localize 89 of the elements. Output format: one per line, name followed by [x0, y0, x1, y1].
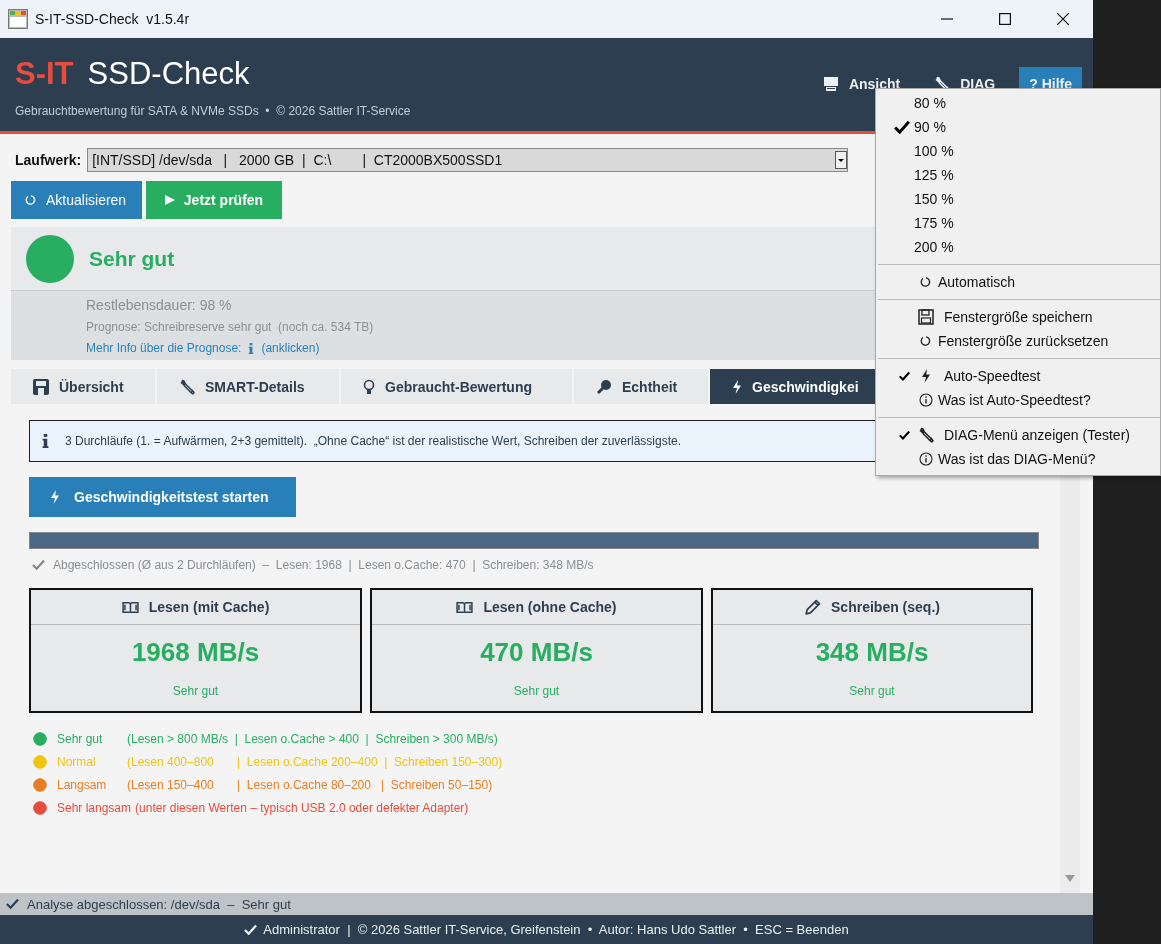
dropdown-icon[interactable] [835, 151, 848, 169]
refresh-icon [920, 335, 932, 347]
info-icon [42, 434, 49, 448]
forecast-text: Prognose: Schreibreserve sehr gut (noch ca. 534 TB) [86, 320, 375, 334]
save-icon [918, 309, 934, 325]
info-text: 3 Durchläufe (1. = Aufwärmen, 2+3 gemittelt). „Ohne Cache“ ist der realistische Wert, Schreiben der zuverlässigste. [65, 434, 682, 448]
refresh-icon [920, 276, 932, 288]
menu-item-label: 100 % [914, 143, 954, 159]
menu-item[interactable]: DIAG-Menü anzeigen (Tester) [876, 423, 1160, 447]
maximize-icon[interactable] [999, 13, 1011, 25]
status-title: Sehr gut [89, 246, 175, 271]
legend-text: (Lesen 150–400 | Lesen o.Cache 80–200 | Schreiben 50–150) [127, 778, 493, 792]
card-rating: Sehr gut [849, 684, 895, 698]
menu-item-label: Automatisch [938, 274, 1016, 290]
menu-item[interactable]: Fenstergröße speichern [876, 305, 1160, 329]
menu-item[interactable]: 100 % [876, 139, 1160, 163]
info-icon [919, 393, 933, 407]
book-icon [121, 600, 139, 614]
brand-logo: S-IT [15, 56, 74, 92]
legend-label: Langsam [57, 778, 108, 792]
legend-text: (Lesen 400–800 | Lesen o.Cache 200–400 | Schreiben 150–300) [127, 755, 503, 769]
card-rating: Sehr gut [172, 684, 219, 698]
legend-label: Normal [57, 755, 97, 769]
refresh-button[interactable]: Aktualisieren [11, 181, 142, 219]
pencil-icon [804, 598, 822, 616]
menu-item-label: 175 % [914, 215, 954, 231]
wrench-icon [918, 427, 934, 443]
life-text: Restlebensdauer: 98 % [86, 297, 233, 313]
lightning-icon [732, 379, 742, 394]
menu-item[interactable]: 200 % [876, 235, 1160, 259]
menu-item-label: Fenstergröße zurücksetzen [938, 333, 1109, 349]
monitor-icon [822, 76, 839, 92]
magnifier-icon [596, 378, 612, 395]
legend-text: (Lesen > 800 MB/s | Lesen o.Cache > 400 | Schreiben > 300 MB/s) [127, 732, 498, 746]
check-icon [244, 923, 258, 936]
menu-item-label: Fenstergröße speichern [944, 309, 1093, 325]
card-value: 470 MB/s [480, 637, 593, 668]
menu-item[interactable]: Automatisch [876, 270, 1160, 294]
menu-item[interactable]: 125 % [876, 163, 1160, 187]
tab[interactable]: Übersicht [11, 369, 155, 404]
menu-item-label: Was ist Auto-Speedtest? [938, 392, 1091, 408]
card-value: 1968 MB/s [131, 637, 260, 668]
start-test-button[interactable]: Geschwindigkeitstest starten [29, 477, 296, 517]
tab[interactable]: SMART-Details [157, 369, 339, 404]
card-value: 348 MB/s [815, 637, 929, 668]
menu-item-label: 200 % [914, 239, 954, 255]
check-icon [6, 898, 19, 910]
app-icon [8, 9, 28, 29]
wrench-icon [179, 378, 195, 395]
legend-label: Sehr langsam [57, 801, 132, 815]
info-icon [919, 452, 933, 466]
tab[interactable]: Echtheit [574, 369, 708, 404]
menu-item[interactable]: 90 % [876, 115, 1160, 139]
menu-item[interactable]: 150 % [876, 187, 1160, 211]
window-title: S-IT-SSD-Check v1.5.4r [35, 11, 190, 27]
card-title: Lesen (mit Cache) [148, 599, 270, 615]
footer-text: Administrator | © 2026 Sattler IT-Service, Greifenstein • Autor: Hans Udo Sattler • ESC = Beenden [263, 922, 849, 937]
drive-label: Laufwerk: [15, 152, 82, 168]
tab[interactable]: Gebraucht-Bewertung [341, 369, 572, 404]
card-title: Lesen (ohne Cache) [483, 599, 617, 615]
menu-item-label: Was ist das DIAG-Menü? [938, 451, 1096, 467]
result-text: Abgeschlossen (Ø aus 2 Durchläufen) – Lesen: 1968 | Lesen o.Cache: 470 | Schreiben: 348 MB/s [53, 558, 594, 572]
check-icon [32, 559, 45, 571]
menu-item[interactable]: Fenstergröße zurücksetzen [876, 329, 1160, 353]
menu-item[interactable]: Was ist das DIAG-Menü? [876, 447, 1160, 471]
legend-text: (unter diesen Werten – typisch USB 2.0 oder defekter Adapter) [135, 801, 469, 815]
book-icon [456, 600, 474, 614]
lightbulb-icon [363, 378, 375, 395]
card-title: Schreiben (seq.) [831, 599, 940, 615]
menu-item-label: DIAG-Menü anzeigen (Tester) [944, 427, 1130, 443]
menu-item[interactable]: 175 % [876, 211, 1160, 235]
status-text: Analyse abgeschlossen: /dev/sda – Sehr gut [27, 896, 291, 912]
menu-item-label: 90 % [914, 119, 946, 135]
lightning-icon [921, 369, 931, 383]
menu-item-label: Auto-Speedtest [944, 368, 1041, 384]
info-icon[interactable] [248, 342, 255, 354]
legend-label: Sehr gut [57, 732, 104, 746]
menu-item-label: 125 % [914, 167, 954, 183]
lightning-icon [50, 490, 60, 504]
play-icon [164, 195, 175, 205]
card-rating: Sehr gut [513, 684, 560, 698]
subtitle: Gebrauchtbewertung für SATA & NVMe SSDs • © 2026 Sattler IT-Service [15, 104, 411, 118]
refresh-icon [25, 194, 37, 206]
scroll-down-icon[interactable] [1065, 875, 1075, 883]
drive-select[interactable]: [INT/SSD] /dev/sda | 2000 GB | C:\ | CT2000BX500SSD1 [87, 148, 849, 172]
menu-item-label: 80 % [914, 95, 946, 111]
app-name: SSD-Check [87, 56, 250, 92]
close-icon[interactable] [1057, 13, 1069, 25]
menu-item-label: 150 % [914, 191, 954, 207]
